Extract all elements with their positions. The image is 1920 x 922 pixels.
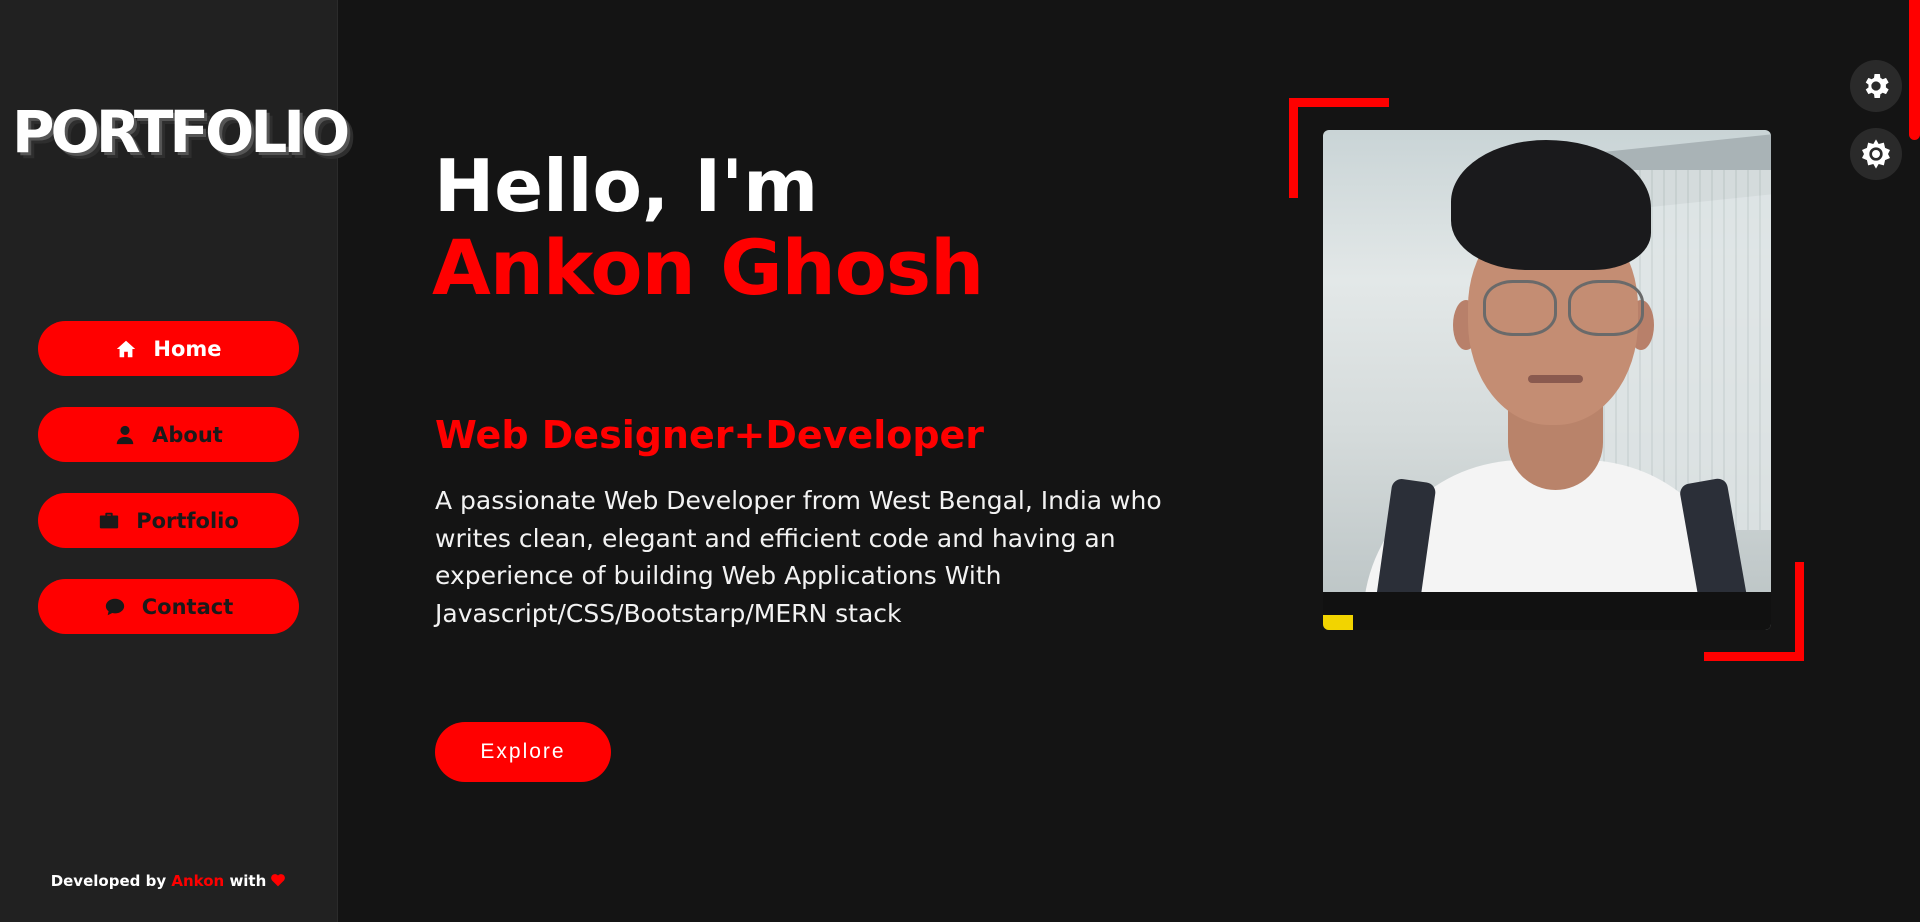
photo-frame-bottom-right bbox=[1704, 652, 1804, 661]
theme-toggle-button[interactable] bbox=[1850, 128, 1902, 180]
home-icon bbox=[117, 340, 136, 357]
photo-frame-top-left-vertical bbox=[1289, 98, 1298, 198]
gear-icon bbox=[1865, 74, 1889, 98]
nav-home-label: Home bbox=[153, 336, 222, 361]
nav-contact-button[interactable]: Contact bbox=[38, 579, 299, 634]
scroll-indicator[interactable] bbox=[1909, 0, 1920, 140]
photo-frame-bottom-right-vertical bbox=[1795, 562, 1804, 661]
heart-icon bbox=[271, 874, 286, 887]
nav-about-label: About bbox=[152, 422, 223, 447]
nav-about-button[interactable]: About bbox=[38, 407, 299, 462]
explore-button[interactable]: Explore bbox=[435, 722, 611, 782]
profile-photo bbox=[1323, 130, 1771, 630]
settings-button[interactable] bbox=[1850, 60, 1902, 112]
footer-prefix: Developed by bbox=[50, 872, 167, 890]
logo: PORTFOLIO bbox=[12, 98, 350, 166]
footer-suffix: with bbox=[229, 872, 267, 890]
chat-icon bbox=[105, 598, 124, 615]
nav-portfolio-button[interactable]: Portfolio bbox=[38, 493, 299, 548]
footer-author: Ankon bbox=[171, 872, 225, 890]
hero-name: Ankon Ghosh bbox=[432, 223, 984, 312]
sidebar: PORTFOLIO Home About Portfolio Contact D… bbox=[0, 0, 350, 922]
hero-description: A passionate Web Developer from West Ben… bbox=[435, 486, 1162, 628]
nav-home-button[interactable]: Home bbox=[38, 321, 299, 376]
hero-greeting: Hello, I'm bbox=[434, 144, 819, 228]
briefcase-icon bbox=[100, 512, 119, 528]
nav-portfolio-label: Portfolio bbox=[136, 508, 239, 533]
photo-frame-top-left bbox=[1289, 98, 1389, 107]
nav-contact-label: Contact bbox=[141, 594, 234, 619]
sun-icon bbox=[1862, 139, 1890, 169]
hero-role: Web Designer+Developer bbox=[435, 413, 985, 457]
footer-credit: Developed by Ankon with bbox=[0, 872, 337, 890]
user-icon bbox=[116, 425, 134, 444]
